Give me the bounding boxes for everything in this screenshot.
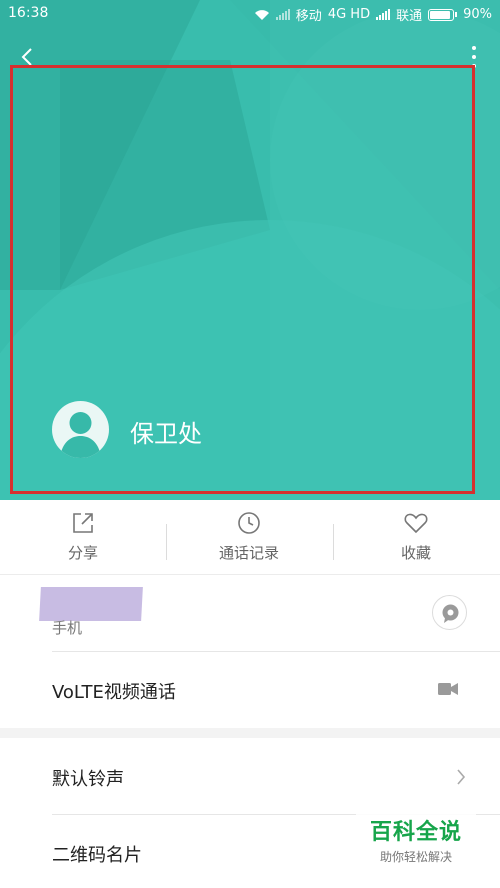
ringtone-title: 默认铃声 [52, 769, 124, 790]
status-time: 16:38 [8, 5, 49, 21]
watermark-logo: 百科全说 助你轻松解决 [356, 808, 476, 868]
network-label: 4G HD [327, 7, 371, 22]
share-icon [73, 513, 93, 533]
qr-title: 二维码名片 [52, 845, 142, 866]
phone-number-redacted [39, 587, 143, 621]
battery-icon [428, 8, 458, 21]
signal-icon [275, 9, 290, 20]
more-vertical-icon [472, 46, 476, 50]
action-bar: 分享 通话记录 收藏 [0, 500, 500, 575]
contact-header: 16:38 移动 4G HD 联通 90% 保卫处 [0, 0, 500, 500]
battery-level: 90% [463, 7, 492, 22]
carrier1-label: 移动 [295, 9, 322, 24]
wifi-icon [254, 9, 269, 20]
section-gap [0, 728, 500, 738]
contact-detail-screen: 16:38 移动 4G HD 联通 90% 保卫处 分享 通话记录 收藏 手机 … [0, 0, 500, 888]
share-label: 分享 [67, 544, 98, 562]
call-log-action[interactable]: 通话记录 [166, 510, 332, 563]
chevron-right-icon [457, 769, 466, 785]
signal-icon [376, 9, 391, 20]
favorite-label: 收藏 [400, 544, 431, 562]
contact-name: 保卫处 [130, 420, 202, 448]
message-icon [442, 604, 459, 623]
phone-type-label: 手机 [52, 619, 83, 637]
watermark-title: 百科全说 [369, 820, 462, 845]
volte-title: VoLTE视频通话 [52, 682, 176, 703]
ringtone-row[interactable]: 默认铃声 [0, 738, 500, 815]
call-log-label: 通话记录 [218, 544, 279, 562]
heart-icon [404, 513, 428, 534]
message-button[interactable] [432, 595, 467, 630]
status-bar: 16:38 移动 4G HD 联通 90% [0, 0, 500, 28]
volte-video-call-row[interactable]: VoLTE视频通话 [0, 652, 500, 728]
status-indicators: 移动 4G HD 联通 90% [254, 5, 492, 24]
video-camera-icon[interactable] [438, 682, 458, 696]
carrier2-label: 联通 [396, 9, 423, 24]
phone-number-row[interactable]: 手机 [0, 575, 500, 652]
favorite-action[interactable]: 收藏 [333, 510, 499, 563]
person-icon [60, 412, 101, 458]
watermark-subtitle: 助你轻松解决 [379, 850, 452, 864]
clock-icon [238, 512, 260, 534]
avatar[interactable] [52, 401, 109, 458]
share-action[interactable]: 分享 [0, 510, 166, 563]
